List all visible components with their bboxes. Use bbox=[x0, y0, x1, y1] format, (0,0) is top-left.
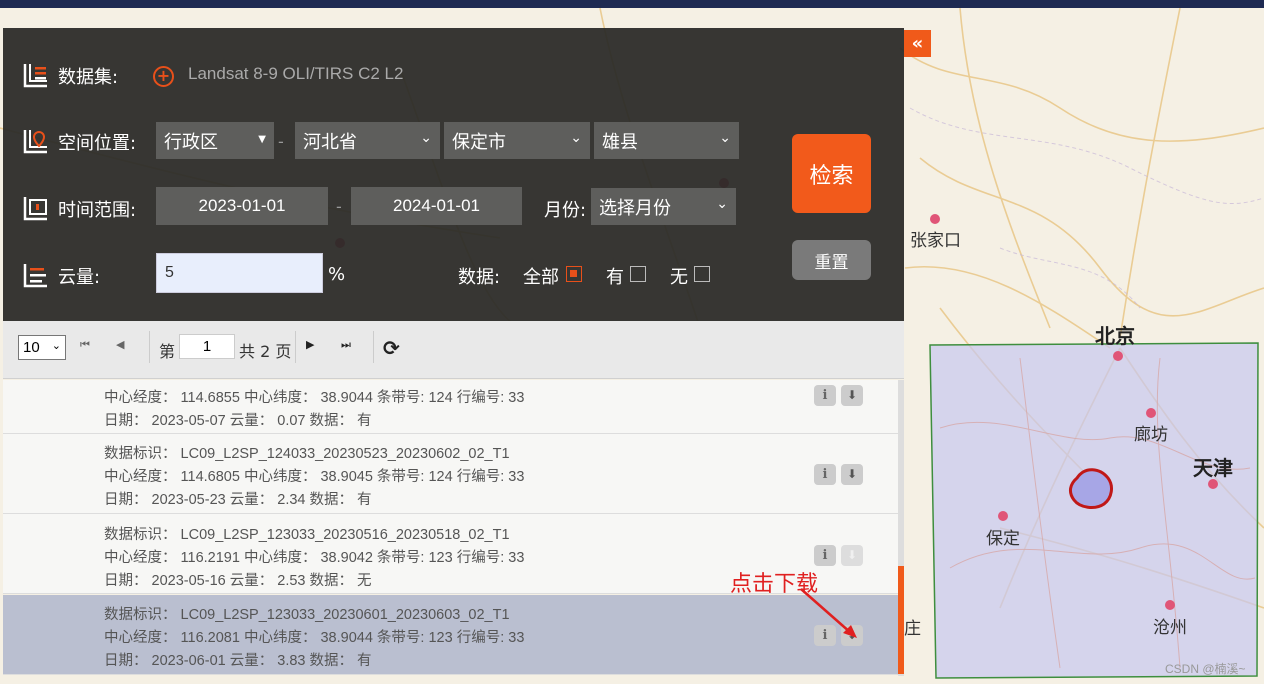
top-bar bbox=[0, 0, 1264, 8]
divider bbox=[295, 331, 296, 363]
location-label: 空间位置: bbox=[58, 133, 137, 154]
filter-no-checkbox[interactable] bbox=[694, 266, 710, 282]
start-date-input[interactable]: 2023-01-01 bbox=[156, 187, 328, 225]
page-size-select[interactable]: 10 ⌄ bbox=[18, 335, 66, 360]
item-date-cloud: 日期： 2023-05-16 云量： 2.53 数据： 无 bbox=[104, 573, 372, 589]
download-icon[interactable]: ⬇ bbox=[841, 385, 863, 406]
chevron-down-icon: ⌄ bbox=[716, 196, 728, 212]
add-dataset-icon[interactable]: + bbox=[153, 66, 174, 87]
reset-button[interactable]: 重置 bbox=[792, 240, 871, 280]
divider bbox=[373, 331, 374, 363]
province-value: 河北省 bbox=[303, 131, 357, 153]
dropdown-arrow-icon: ▼ bbox=[258, 134, 266, 145]
month-select[interactable]: 选择月份 ⌄ bbox=[591, 188, 736, 225]
map-label-tianjin: 天津 bbox=[1193, 456, 1233, 480]
cloud-icon bbox=[23, 264, 47, 288]
separator-dash: - bbox=[336, 197, 342, 216]
page-number-input[interactable]: 1 bbox=[179, 334, 235, 359]
list-item[interactable]: 数据标识： LC09_L2SP_124033_20230523_20230602… bbox=[3, 434, 900, 514]
location-icon bbox=[23, 130, 47, 154]
map-label-baoding: 保定 bbox=[986, 529, 1020, 549]
item-identifier: 数据标识： LC09_L2SP_123033_20230516_20230518… bbox=[104, 527, 510, 543]
map-label-cangzhou: 沧州 bbox=[1153, 618, 1187, 638]
dataset-label: 数据集: bbox=[58, 67, 119, 88]
map-label-zhangjiakou: 张家口 bbox=[910, 231, 961, 251]
page-prefix: 第 bbox=[159, 342, 176, 361]
chevron-down-icon: ⌄ bbox=[570, 130, 582, 146]
collapse-panel-button[interactable]: « bbox=[904, 30, 931, 57]
item-date-cloud: 日期： 2023-05-23 云量： 2.34 数据： 有 bbox=[104, 492, 372, 508]
calendar-icon bbox=[23, 197, 47, 221]
download-icon[interactable]: ⬇ bbox=[841, 464, 863, 485]
map-label-langfang: 廊坊 bbox=[1134, 425, 1168, 445]
province-select[interactable]: 河北省 ⌄ bbox=[295, 122, 440, 159]
filter-all-label[interactable]: 全部 bbox=[523, 263, 559, 289]
pagination-bar: 10 ⌄ ⏮ ◀ 第 1 共 2 页 ▶ ⏭ ⟳ bbox=[3, 321, 904, 379]
city-select[interactable]: 保定市 ⌄ bbox=[444, 122, 590, 159]
item-center-coords: 中心经度： 114.6805 中心纬度： 38.9045 条带号: 124 行编… bbox=[104, 469, 525, 485]
item-identifier: 数据标识： LC09_L2SP_123033_20230601_20230603… bbox=[104, 607, 510, 623]
result-list: 中心经度： 114.6855 中心纬度： 38.9044 条带号: 124 行编… bbox=[3, 380, 900, 676]
map-label-zhuang: 庄 bbox=[904, 619, 921, 639]
search-button[interactable]: 检索 bbox=[792, 134, 871, 213]
filter-yes-label[interactable]: 有 bbox=[606, 263, 624, 289]
dataset-icon bbox=[23, 64, 47, 88]
info-icon[interactable]: i bbox=[814, 385, 836, 406]
annotation-arrow bbox=[800, 588, 857, 638]
list-scroll-thumb[interactable] bbox=[898, 566, 904, 674]
chevron-down-icon: ⌄ bbox=[51, 340, 61, 352]
last-page-icon[interactable]: ⏭ bbox=[341, 338, 351, 352]
list-item-selected[interactable]: 数据标识： LC09_L2SP_123033_20230601_20230603… bbox=[3, 595, 900, 675]
chevron-down-icon: ⌄ bbox=[719, 130, 731, 146]
filter-all-checkbox[interactable] bbox=[566, 266, 582, 282]
info-icon[interactable]: i bbox=[814, 545, 836, 566]
region-type-value: 行政区 bbox=[164, 131, 218, 153]
first-page-icon[interactable]: ⏮ bbox=[80, 338, 90, 352]
separator-dash: - bbox=[278, 132, 284, 151]
refresh-icon[interactable]: ⟳ bbox=[383, 336, 400, 360]
item-date-cloud: 日期： 2023-05-07 云量： 0.07 数据： 有 bbox=[104, 413, 372, 429]
divider bbox=[149, 331, 150, 363]
filter-yes-checkbox[interactable] bbox=[630, 266, 646, 282]
info-icon[interactable]: i bbox=[814, 464, 836, 485]
county-select[interactable]: 雄县 ⌄ bbox=[594, 122, 739, 159]
region-type-select[interactable]: 行政区 ▼ bbox=[156, 122, 274, 159]
next-page-icon[interactable]: ▶ bbox=[306, 338, 314, 351]
watermark: CSDN @楠溪~ bbox=[1165, 662, 1246, 676]
prev-page-icon[interactable]: ◀ bbox=[116, 338, 124, 351]
time-label: 时间范围: bbox=[58, 200, 137, 221]
county-value: 雄县 bbox=[602, 131, 638, 153]
city-value: 保定市 bbox=[452, 131, 506, 153]
end-date-input[interactable]: 2024-01-01 bbox=[351, 187, 522, 225]
search-panel: 数据集: + Landsat 8-9 OLI/TIRS C2 L2 空间位置: … bbox=[3, 28, 904, 321]
map-label-beijing: 北京 bbox=[1095, 324, 1135, 348]
cloud-label: 云量: bbox=[58, 267, 101, 288]
item-date-cloud: 日期： 2023-06-01 云量： 3.83 数据： 有 bbox=[104, 653, 372, 669]
month-value: 选择月份 bbox=[599, 197, 671, 219]
page-size-value: 10 bbox=[23, 339, 40, 356]
month-label: 月份: bbox=[544, 200, 587, 221]
cloud-cover-input[interactable]: 5 bbox=[156, 253, 323, 293]
dataset-value[interactable]: Landsat 8-9 OLI/TIRS C2 L2 bbox=[188, 64, 403, 84]
item-identifier: 数据标识： LC09_L2SP_124033_20230523_20230602… bbox=[104, 446, 510, 462]
item-center-coords: 中心经度： 114.6855 中心纬度： 38.9044 条带号: 124 行编… bbox=[104, 390, 525, 406]
filter-no-label[interactable]: 无 bbox=[670, 263, 688, 289]
cloud-unit: % bbox=[328, 264, 346, 285]
download-icon: ⬇ bbox=[841, 545, 863, 566]
item-center-coords: 中心经度： 116.2081 中心纬度： 38.9044 条带号: 123 行编… bbox=[104, 630, 525, 646]
chevron-down-icon: ⌄ bbox=[420, 130, 432, 146]
list-item[interactable]: 中心经度： 114.6855 中心纬度： 38.9044 条带号: 124 行编… bbox=[3, 380, 900, 434]
page-total: 共 2 页 bbox=[239, 342, 292, 361]
item-center-coords: 中心经度： 116.2191 中心纬度： 38.9042 条带号: 123 行编… bbox=[104, 550, 525, 566]
data-filter-label: 数据: bbox=[458, 267, 501, 288]
